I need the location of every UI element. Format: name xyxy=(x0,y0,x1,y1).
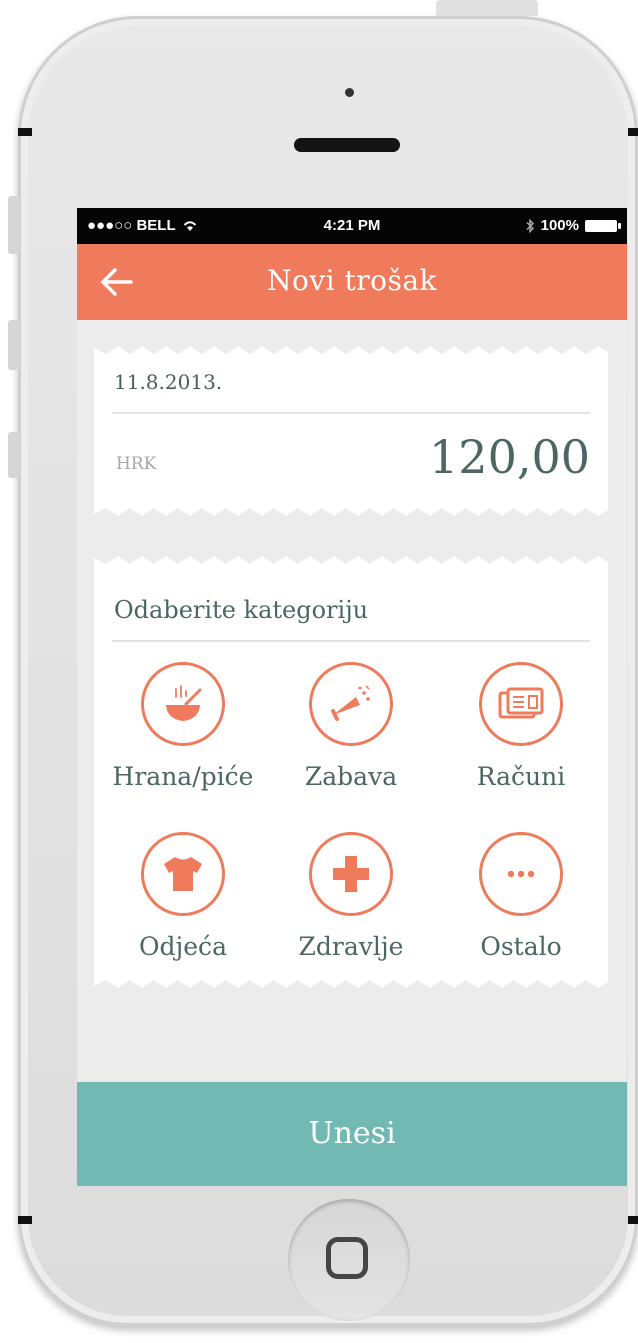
zigzag-edge-top xyxy=(94,556,608,566)
category-label: Računi xyxy=(476,762,566,791)
zigzag-edge-bottom xyxy=(94,978,608,988)
battery-percentage: 100% xyxy=(540,217,579,234)
camera-dot xyxy=(345,88,354,97)
category-heading: Odaberite kategoriju xyxy=(114,596,369,624)
antenna-line-left-top xyxy=(18,128,32,136)
battery-icon xyxy=(585,219,621,232)
expense-card: 11.8.2013. HRK 120,00 xyxy=(94,346,608,516)
home-button[interactable] xyxy=(288,1199,410,1321)
volume-down-button xyxy=(8,432,20,478)
phone-frame: ●●●○○ BELL 4:21 PM 100% Novi trošak 11.8… xyxy=(18,16,638,1326)
bills-icon xyxy=(479,662,563,746)
page-title: Novi trošak xyxy=(266,264,438,297)
zigzag-edge-bottom xyxy=(94,506,608,516)
status-bar: ●●●○○ BELL 4:21 PM 100% xyxy=(77,208,627,244)
party-horn-icon xyxy=(309,662,393,746)
food-bowl-icon xyxy=(141,662,225,746)
bluetooth-icon xyxy=(526,218,534,233)
more-dots-icon xyxy=(479,832,563,916)
battery-group: 100% xyxy=(525,217,621,234)
expense-date[interactable]: 11.8.2013. xyxy=(114,370,222,394)
category-label: Zabava xyxy=(304,762,398,791)
category-divider xyxy=(112,640,590,642)
speaker-grille xyxy=(294,138,400,152)
category-label: Hrana/piće xyxy=(112,762,254,791)
shirt-icon xyxy=(141,832,225,916)
antenna-line-right-bottom xyxy=(628,1216,638,1224)
category-food-drink[interactable]: Hrana/piće xyxy=(98,662,268,791)
date-divider xyxy=(112,412,590,414)
category-card: Odaberite kategoriju Hrana/piće Zabava R… xyxy=(94,556,608,988)
category-clothing[interactable]: Odjeća xyxy=(98,832,268,961)
category-label: Odjeća xyxy=(139,932,227,961)
antenna-line-right-top xyxy=(628,128,638,136)
power-button xyxy=(436,0,538,16)
health-cross-icon xyxy=(309,832,393,916)
category-label: Ostalo xyxy=(480,932,562,961)
submit-button[interactable]: Unesi xyxy=(77,1082,627,1186)
category-other[interactable]: Ostalo xyxy=(436,832,606,961)
app-screen: ●●●○○ BELL 4:21 PM 100% Novi trošak 11.8… xyxy=(77,208,627,1186)
category-label: Zdravlje xyxy=(298,932,404,961)
zigzag-edge-top xyxy=(94,346,608,356)
category-health[interactable]: Zdravlje xyxy=(266,832,436,961)
category-bills[interactable]: Računi xyxy=(436,662,606,791)
home-square-icon xyxy=(326,1237,368,1279)
currency-label[interactable]: HRK xyxy=(116,454,156,474)
volume-up-button xyxy=(8,320,20,370)
amount-value[interactable]: 120,00 xyxy=(429,430,590,484)
category-entertainment[interactable]: Zabava xyxy=(266,662,436,791)
app-header: Novi trošak xyxy=(77,244,627,320)
mute-switch xyxy=(8,196,20,254)
antenna-line-left-bottom xyxy=(18,1216,32,1224)
